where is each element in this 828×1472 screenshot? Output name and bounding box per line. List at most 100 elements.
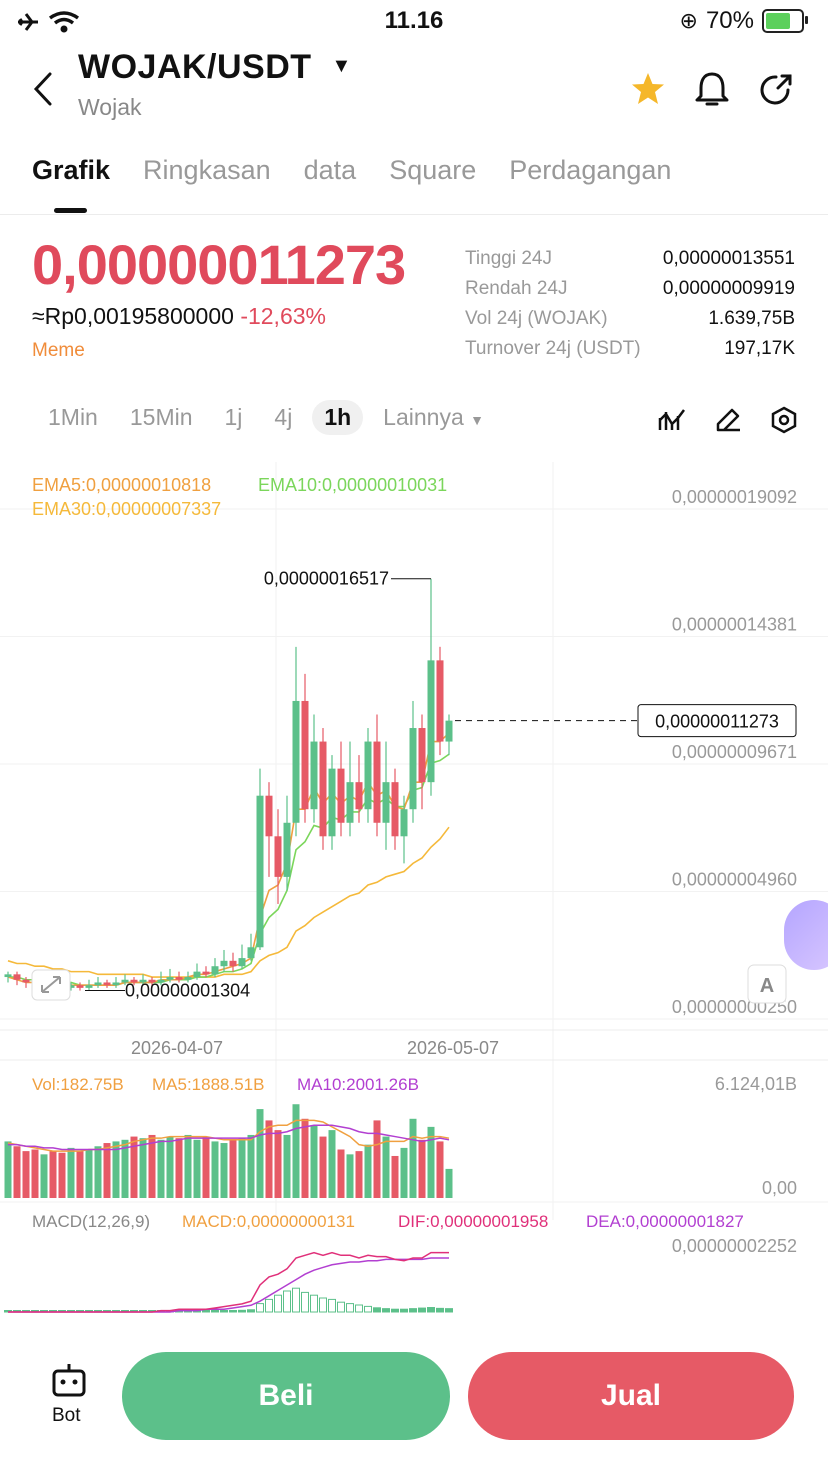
tab-data[interactable]: data	[304, 155, 357, 186]
sell-button[interactable]: Jual	[468, 1352, 794, 1440]
volume-bar	[319, 1136, 327, 1198]
tab-perdagangan[interactable]: Perdagangan	[509, 155, 671, 186]
pair-name: Wojak	[78, 94, 142, 120]
time-axis: 2026-04-07 2026-05-07	[131, 1038, 499, 1058]
interval-more[interactable]: Lainnya ▼	[383, 404, 484, 431]
macd-bar	[292, 1287, 300, 1313]
candle	[373, 741, 381, 823]
volume-bar	[382, 1136, 390, 1198]
candle	[22, 979, 30, 983]
candle	[85, 985, 93, 988]
volume-bar	[157, 1139, 165, 1198]
volume-panel: Vol:182.75B MA5:1888.51B MA10:2001.26B 6…	[4, 1074, 797, 1198]
favorite-star-icon[interactable]	[630, 72, 666, 106]
interval-1j[interactable]: 1j	[225, 404, 243, 431]
volume-bar	[265, 1120, 273, 1198]
category-tag[interactable]: Meme	[32, 340, 85, 362]
stat-value: 1.639,75B	[708, 308, 795, 329]
divider	[0, 214, 828, 215]
back-icon[interactable]	[30, 70, 60, 110]
tab-grafik[interactable]: Grafik	[32, 155, 110, 186]
stat-turnover: Turnover 24j (USDT) 197,17K	[465, 338, 795, 360]
interval-15min[interactable]: 15Min	[130, 404, 193, 431]
ema5-line	[7, 732, 450, 986]
macd-bar	[301, 1291, 309, 1313]
candle	[211, 966, 219, 975]
volume-bar	[175, 1138, 183, 1198]
volume-bar	[256, 1109, 264, 1198]
candle	[256, 795, 264, 948]
volume-bar	[274, 1130, 282, 1198]
bot-label[interactable]: Bot	[52, 1405, 81, 1427]
macd-bar	[400, 1308, 408, 1313]
macd-bar	[265, 1298, 273, 1313]
interval-1h[interactable]: 1h	[312, 400, 364, 435]
candle	[247, 947, 255, 959]
macd-bar	[247, 1309, 255, 1313]
volume-bar	[229, 1139, 237, 1198]
macd-bar	[328, 1298, 336, 1313]
last-price: 0,00000011273	[32, 233, 406, 296]
stat-value: 0,00000013551	[662, 248, 795, 269]
price-chart[interactable]: EMA5:0,00000010818 EMA10:0,00000010031 E…	[0, 462, 828, 1320]
macd-bar	[346, 1303, 354, 1313]
macd-bar	[418, 1307, 426, 1313]
last-price-label: 0,00000011273	[655, 712, 779, 732]
indicator-icon[interactable]	[658, 406, 686, 434]
volume-bar	[22, 1151, 30, 1198]
ema-legend: EMA5:0,00000010818 EMA10:0,00000010031 E…	[32, 475, 447, 519]
macd-bar	[382, 1308, 390, 1313]
candle	[229, 960, 237, 967]
settings-hex-icon[interactable]	[770, 406, 798, 434]
dif-label: DIF:0,00000001958	[398, 1212, 548, 1231]
bell-icon[interactable]	[694, 70, 730, 108]
tab-ringkasan[interactable]: Ringkasan	[143, 155, 271, 186]
dea-label: DEA:0,00000001827	[586, 1212, 744, 1231]
candle	[436, 660, 444, 742]
stat-label: Rendah 24J	[465, 278, 568, 299]
interval-4j[interactable]: 4j	[274, 404, 292, 431]
volume-bar	[49, 1151, 57, 1198]
dropdown-caret-icon[interactable]: ▼	[332, 55, 352, 77]
macd-label: MACD:0,00000000131	[182, 1212, 355, 1231]
candle	[418, 728, 426, 783]
pair-title[interactable]: WOJAK/USDT ▼	[78, 48, 352, 87]
auto-scale-button[interactable]: A	[747, 964, 787, 1004]
candle	[166, 977, 174, 980]
volume-bar	[4, 1141, 12, 1198]
fiat-value: ≈Rp0,00195800000	[32, 303, 234, 329]
candle	[364, 741, 372, 810]
auto-scale-label: A	[760, 975, 774, 997]
macd-bar	[220, 1310, 228, 1313]
volume-bar	[40, 1154, 48, 1198]
floating-assistant-button[interactable]	[784, 900, 828, 970]
draw-pencil-icon[interactable]	[714, 406, 742, 434]
volume-bar	[391, 1155, 399, 1198]
ema10-label: EMA10:0,00000010031	[258, 475, 447, 495]
buy-button[interactable]: Beli	[122, 1352, 450, 1440]
time-axis-label: 2026-05-07	[407, 1038, 499, 1058]
candle	[13, 974, 21, 980]
interval-1min[interactable]: 1Min	[48, 404, 98, 431]
volume-bar	[445, 1168, 453, 1198]
expand-icon[interactable]	[31, 969, 71, 1001]
candle	[292, 700, 300, 823]
macd-bar	[202, 1310, 210, 1313]
price-change: -12,63%	[240, 303, 326, 329]
volume-bar	[436, 1141, 444, 1198]
macd-bar	[319, 1297, 327, 1313]
bot-icon[interactable]	[50, 1362, 88, 1398]
volume-bar	[211, 1141, 219, 1198]
volume-bar	[58, 1152, 66, 1198]
volume-axis-label: 6.124,01B	[715, 1074, 797, 1094]
candle	[391, 782, 399, 837]
volume-bar	[13, 1146, 21, 1198]
volume-bar	[418, 1139, 426, 1198]
tab-square[interactable]: Square	[389, 155, 476, 186]
caret-down-icon: ▼	[470, 412, 484, 428]
macd-bar	[337, 1301, 345, 1313]
share-icon[interactable]	[758, 70, 794, 108]
candle	[112, 982, 120, 986]
volume-bar	[328, 1130, 336, 1198]
candle	[265, 795, 273, 837]
